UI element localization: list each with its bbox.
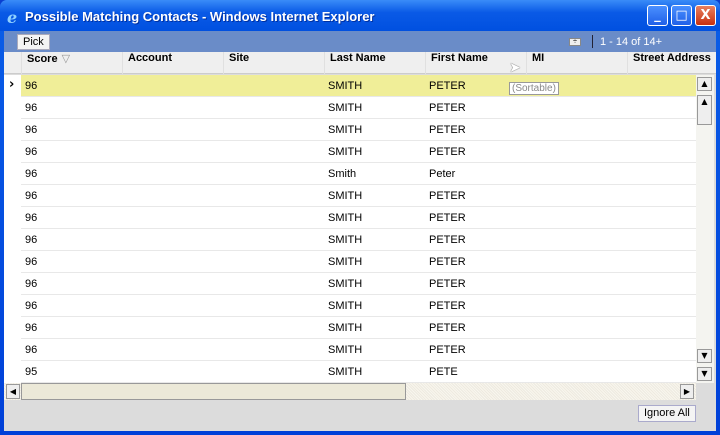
cell-last: SMITH (328, 234, 363, 246)
cell-first: Peter (429, 168, 456, 180)
cell-last: SMITH (328, 102, 363, 114)
column-header-label: Last Name (330, 52, 386, 64)
column-header-street-address[interactable]: Street Address (627, 52, 720, 74)
cell-score: 96 (25, 344, 38, 356)
minimize-button[interactable]: _ (647, 5, 668, 26)
cell-score: 96 (25, 256, 38, 268)
column-header-site[interactable]: Site (223, 52, 324, 74)
table-row[interactable]: 96 SMITH PETER (21, 273, 696, 295)
column-header-label: Account (128, 52, 172, 64)
cell-first: PETER (429, 278, 466, 290)
cell-score: 96 (25, 234, 38, 246)
cell-first: PETER (429, 146, 466, 158)
cell-score: 96 (25, 212, 38, 224)
column-header-label: First Name (431, 52, 488, 64)
ie-logo-icon: e (7, 8, 18, 27)
column-header-account[interactable]: Account (122, 52, 223, 74)
scroll-bottom-icon[interactable]: ▼ (697, 367, 712, 381)
table-row[interactable]: 96 SMITH PETER (21, 207, 696, 229)
cell-first: PETER (429, 102, 466, 114)
cell-last: SMITH (328, 256, 363, 268)
cell-last: SMITH (328, 366, 363, 378)
scroll-down-icon[interactable]: ▼ (697, 349, 712, 363)
cell-score: 96 (25, 146, 38, 158)
table-row[interactable]: 96 SMITH PETER (21, 339, 696, 361)
record-navigation-icon[interactable]: ÷ (569, 38, 581, 46)
vertical-scrollbar[interactable]: ▲ ▲ ▼ ▼ (696, 75, 714, 383)
cell-score: 95 (25, 366, 38, 378)
horizontal-scrollbar[interactable]: ◀ ▶ (4, 383, 696, 400)
table-row[interactable]: 96 SMITH PETER (21, 251, 696, 273)
column-header-mi[interactable]: MI (526, 52, 627, 74)
cell-score: 96 (25, 124, 38, 136)
toolbar: Pick ÷ 1 - 14 of 14+ (4, 31, 716, 52)
cell-score: 96 (25, 102, 38, 114)
table-row[interactable]: 96 SMITH PETER (21, 119, 696, 141)
scroll-left-icon[interactable]: ◀ (6, 384, 20, 399)
cell-first: PETER (429, 300, 466, 312)
toolbar-divider (592, 35, 593, 48)
cell-score: 96 (25, 300, 38, 312)
column-header-label: Score (27, 53, 58, 65)
cell-last: SMITH (328, 322, 363, 334)
cell-first: PETER (429, 256, 466, 268)
column-header-label: Street Address (633, 52, 711, 64)
scroll-up-icon[interactable]: ▲ (697, 95, 712, 125)
pick-button[interactable]: Pick (17, 34, 50, 50)
table-row[interactable]: 96 SMITH PETER (21, 75, 696, 97)
scroll-right-icon[interactable]: ▶ (680, 384, 694, 399)
scroll-top-icon[interactable]: ▲ (697, 77, 712, 91)
table-row[interactable]: 96 SMITH PETER (21, 141, 696, 163)
cell-first: PETER (429, 124, 466, 136)
cell-last: SMITH (328, 344, 363, 356)
maximize-button[interactable]: □ (671, 5, 692, 26)
cell-first: PETER (429, 322, 466, 334)
column-header-last-name[interactable]: Last Name (324, 52, 425, 74)
window-title: Possible Matching Contacts - Windows Int… (25, 9, 375, 24)
mouse-cursor-icon: ➤ (509, 60, 521, 76)
grid-header: Score ▽ Account Site Last Name First Name MI St… (4, 52, 716, 74)
cell-last: Smith (328, 168, 357, 180)
cell-last: SMITH (328, 300, 363, 312)
results-grid: 96 SMITH PETER 96 SMITH PETER 96 SMITH PETER 96 SM… (4, 75, 696, 383)
table-row[interactable]: 95 SMITH PETE (21, 361, 696, 383)
cell-score: 96 (25, 190, 38, 202)
sort-descending-icon: ▽ (61, 53, 71, 65)
table-row[interactable]: 96 SMITH PETER (21, 97, 696, 119)
cell-last: SMITH (328, 278, 363, 290)
cell-score: 96 (25, 322, 38, 334)
column-header-label: Site (229, 52, 250, 64)
cell-last: SMITH (328, 190, 363, 202)
browser-window: e Possible Matching Contacts - Windows I… (0, 0, 720, 435)
table-row[interactable]: 96 Smith Peter (21, 163, 696, 185)
cell-score: 96 (25, 168, 38, 180)
horizontal-scroll-thumb[interactable] (21, 383, 406, 400)
table-row[interactable]: 96 SMITH PETER (21, 185, 696, 207)
cell-first: PETER (429, 234, 466, 246)
cell-first: PETER (429, 344, 466, 356)
dialog-content: Pick ÷ 1 - 14 of 14+ Score ▽ Account Site La… (4, 31, 716, 431)
record-count: 1 - 14 of 14+ (600, 36, 663, 48)
cell-first: PETER (429, 80, 466, 92)
cell-last: SMITH (328, 80, 363, 92)
title-bar: e Possible Matching Contacts - Windows I… (0, 0, 720, 31)
cell-score: 96 (25, 80, 38, 92)
selected-row-indicator-icon: › (9, 77, 15, 92)
cell-first: PETER (429, 212, 466, 224)
cell-score: 96 (25, 278, 38, 290)
column-header-score[interactable]: Score ▽ (21, 52, 122, 74)
table-row[interactable]: 96 SMITH PETER (21, 295, 696, 317)
cell-first: PETE (429, 366, 458, 378)
sortable-tooltip: (Sortable) (509, 82, 559, 95)
ignore-all-button[interactable]: Ignore All (638, 405, 696, 422)
cell-last: SMITH (328, 212, 363, 224)
table-row[interactable]: 96 SMITH PETER (21, 317, 696, 339)
cell-first: PETER (429, 190, 466, 202)
cell-last: SMITH (328, 146, 363, 158)
table-row[interactable]: 96 SMITH PETER (21, 229, 696, 251)
cell-last: SMITH (328, 124, 363, 136)
close-button[interactable]: X (695, 5, 716, 26)
column-header-label: MI (532, 52, 545, 64)
